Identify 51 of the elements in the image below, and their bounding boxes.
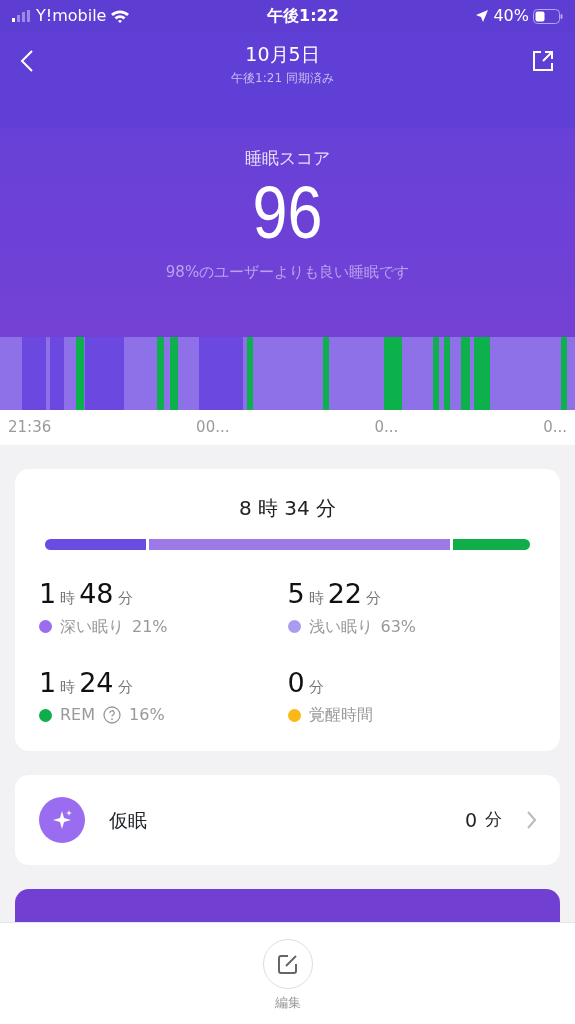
battery-percent: 40% (493, 5, 529, 27)
back-icon (20, 48, 34, 73)
hours-unit: 時 (60, 676, 76, 698)
stage-name: 浅い眠り (308, 615, 373, 638)
nap-value: 0 (464, 807, 477, 833)
share-button[interactable] (531, 48, 555, 73)
stage-hours: 5 (287, 577, 305, 611)
carrier-name: Y!mobile (36, 5, 107, 27)
back-button[interactable] (20, 48, 34, 73)
stage-percent: 21% (132, 615, 168, 638)
time-label: 00... (196, 417, 230, 439)
minutes-unit: 分 (366, 588, 382, 609)
share-icon (531, 48, 555, 73)
score-comment: 98%のユーザーよりも良い睡眠です (164, 261, 411, 283)
minutes-unit: 分 (308, 676, 324, 698)
nap-card[interactable]: 仮眠 0 分 (15, 775, 560, 865)
edit-button[interactable] (262, 939, 313, 989)
stage-percent: 63% (380, 615, 417, 638)
hours-unit: 時 (308, 588, 324, 609)
nap-unit: 分 (485, 808, 502, 832)
chevron-icon (526, 810, 536, 830)
edit-icon (276, 953, 299, 975)
sleep-score: 96 (251, 171, 324, 253)
stage-minutes: 22 (327, 577, 363, 611)
stage-name: 覚醒時間 (308, 704, 373, 726)
stage-name: REM (60, 704, 96, 726)
clock: 午後1:22 (267, 5, 339, 27)
hours-unit: 時 (60, 588, 76, 609)
score-label: 睡眠スコア (244, 147, 331, 170)
stage-minutes: 24 (79, 665, 114, 700)
stage-percent: 16% (129, 704, 165, 726)
time-label: 21:36 (8, 417, 52, 439)
sync-status: 午後1:21 同期済み (231, 69, 334, 87)
stage-minutes: 48 (79, 577, 114, 611)
location-arrow-icon (475, 9, 490, 23)
stage-name: 深い眠り (60, 615, 124, 638)
wifi-icon (110, 9, 131, 23)
date-title: 10月5日 (244, 42, 321, 67)
nap-label: 仮眠 (109, 807, 148, 833)
battery-icon (533, 8, 563, 24)
signal-icon (12, 10, 32, 22)
time-label: 0... (543, 417, 567, 439)
edit-label: 編集 (274, 994, 301, 1012)
minutes-unit: 分 (117, 676, 133, 698)
help-icon[interactable] (103, 706, 122, 724)
total-sleep-time: 8 時 34 分 (237, 495, 338, 522)
time-label: 0... (374, 417, 399, 439)
stage-hours: 1 (39, 577, 57, 611)
minutes-unit: 分 (117, 588, 133, 609)
stage-minutes: 0 (287, 665, 305, 700)
stage-hours: 1 (39, 665, 57, 700)
